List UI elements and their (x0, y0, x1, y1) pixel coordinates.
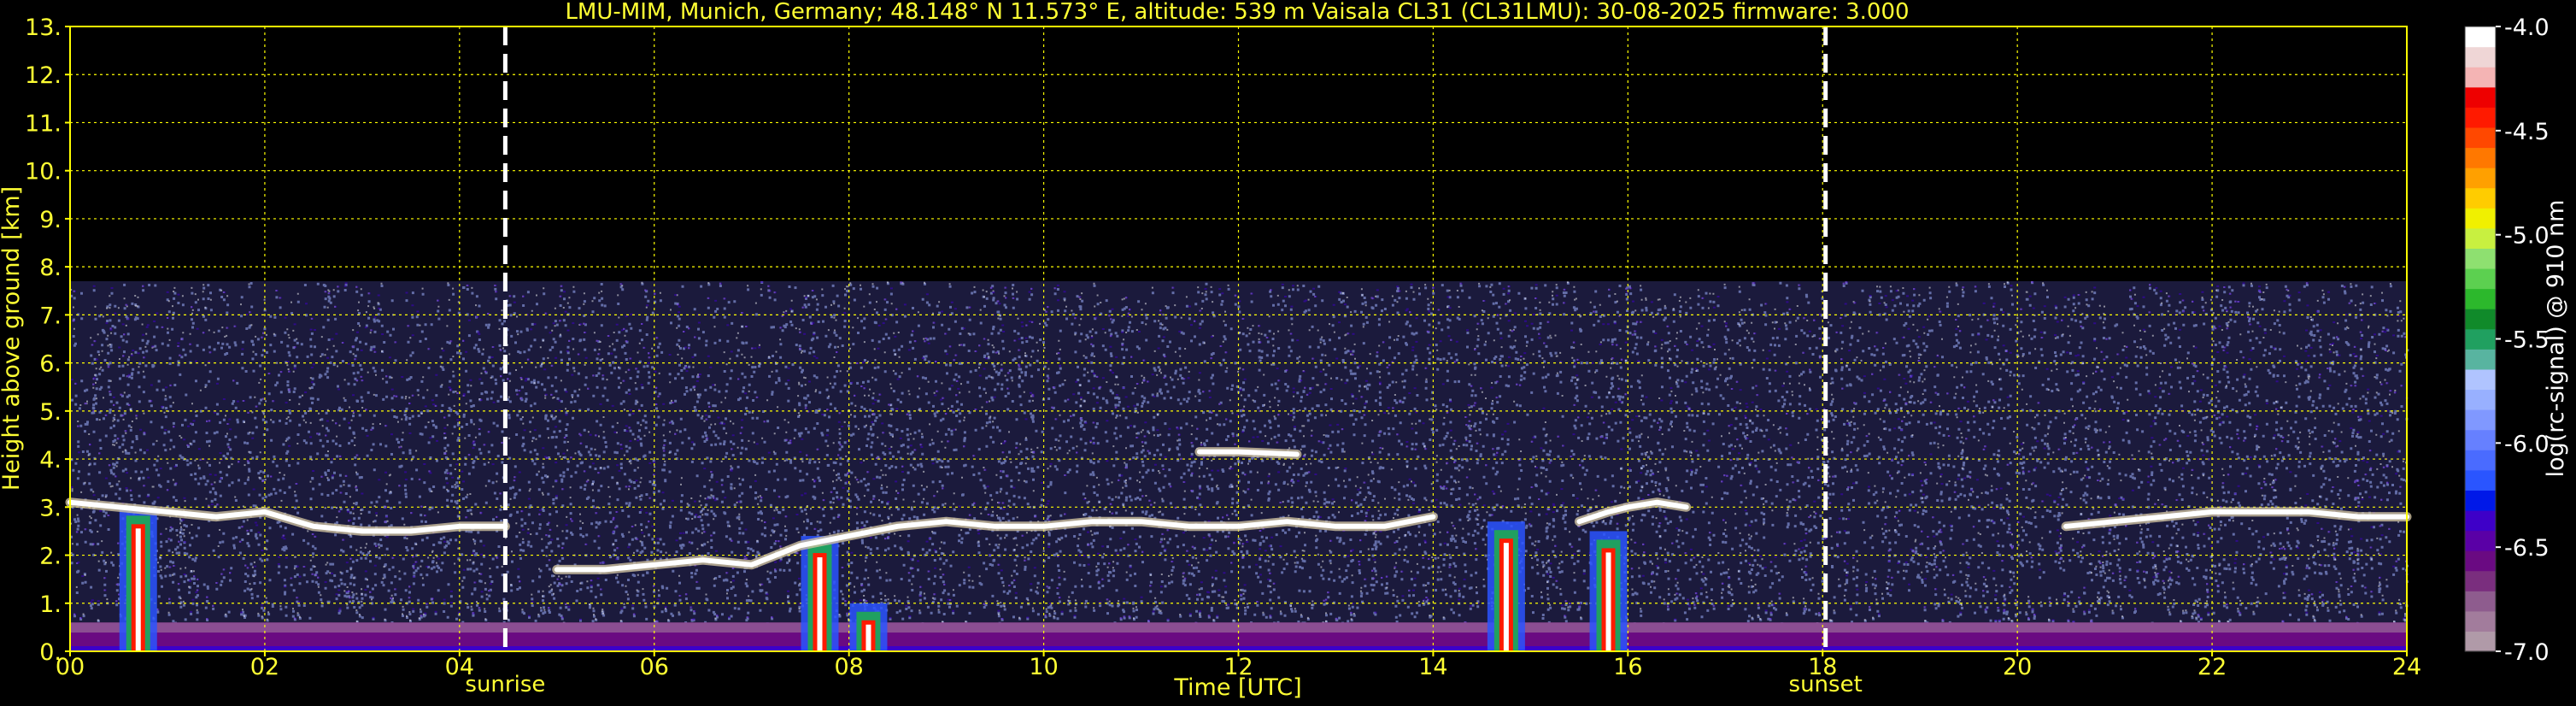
precip-column (801, 536, 839, 651)
colorbar-swatch (2465, 409, 2496, 431)
y-tick-label: 7. (39, 303, 62, 329)
colorbar-swatch (2465, 530, 2496, 551)
colorbar-swatch (2465, 570, 2496, 591)
x-tick-label: 16 (1613, 654, 1642, 680)
colorbar-swatch (2465, 86, 2496, 108)
colorbar-swatch (2465, 368, 2496, 391)
precip-column (119, 507, 157, 651)
precip-column-peak (817, 557, 823, 651)
colorbar-swatch (2465, 610, 2496, 632)
x-tick-label: 02 (250, 654, 279, 680)
precip-column (1589, 531, 1628, 651)
colorbar-swatch (2465, 187, 2496, 209)
colorbar-swatch (2465, 450, 2496, 471)
x-tick-label: 14 (1418, 654, 1447, 680)
y-tick-label: 8. (39, 255, 62, 281)
y-tick-label: 2. (39, 544, 62, 570)
y-tick-label: 12. (25, 62, 62, 89)
y-tick-label: 11. (25, 110, 62, 137)
colorbar-tick-label: -4.0 (2504, 15, 2550, 41)
colorbar-swatch (2465, 429, 2496, 450)
y-tick-label: 0. (39, 639, 62, 666)
colorbar-swatch (2465, 227, 2496, 249)
colorbar-swatch (2465, 591, 2496, 612)
precip-column-peak (135, 528, 141, 651)
x-tick-label: 08 (834, 654, 863, 680)
colorbar-swatch (2465, 26, 2496, 48)
colorbar-swatch (2465, 168, 2496, 189)
y-tick-label: 5. (39, 399, 62, 426)
precip-column-peak (866, 624, 871, 651)
x-tick-label: 22 (2198, 654, 2227, 680)
chart-title: LMU-MIM, Munich, Germany; 48.148° N 11.5… (565, 0, 1909, 25)
y-axis-label: Height above ground [km] (0, 186, 25, 491)
colorbar-swatch (2465, 288, 2496, 309)
y-tick-label: 10. (25, 159, 62, 185)
colorbar-swatch (2465, 268, 2496, 290)
y-tick-label: 6. (39, 351, 62, 378)
colorbar-swatch (2465, 328, 2496, 350)
colorbar-tick-label: -6.5 (2504, 535, 2550, 562)
colorbar-swatch (2465, 107, 2496, 128)
colorbar-swatch (2465, 389, 2496, 410)
colorbar-swatch (2465, 490, 2496, 511)
x-tick-label: 24 (2392, 654, 2421, 680)
x-axis-label: Time [UTC] (1173, 674, 1301, 701)
colorbar-label: log(rc-signal) @ 910 nm (2543, 200, 2569, 478)
y-tick-label: 3. (39, 495, 62, 521)
y-tick-label: 9. (39, 207, 62, 233)
sunrise-label: sunrise (465, 672, 545, 697)
colorbar-swatch (2465, 550, 2496, 572)
precip-column (1487, 521, 1525, 651)
colorbar-swatch (2465, 208, 2496, 229)
backscatter-field (70, 281, 2409, 651)
colorbar-swatch (2465, 67, 2496, 88)
colorbar-swatch (2465, 126, 2496, 149)
precip-column (849, 603, 888, 651)
x-tick-label: 10 (1029, 654, 1058, 680)
y-tick-label: 13. (25, 15, 62, 41)
precip-column-peak (1605, 552, 1611, 651)
colorbar-swatch (2465, 309, 2496, 330)
x-tick-label: 06 (640, 654, 669, 680)
colorbar-swatch (2465, 509, 2496, 532)
plot-area (65, 26, 2412, 652)
colorbar-swatch (2465, 147, 2496, 168)
colorbar-swatches (2465, 26, 2496, 652)
precip-column-peak (1503, 543, 1509, 651)
y-tick-label: 4. (39, 447, 62, 474)
colorbar-swatch (2465, 631, 2496, 652)
cloud-layer (1194, 447, 1302, 459)
colorbar-swatch (2465, 46, 2496, 68)
colorbar-tick-label: -7.0 (2504, 639, 2550, 666)
colorbar-swatch (2465, 469, 2496, 491)
colorbar-swatch (2465, 349, 2496, 370)
x-tick-label: 20 (2003, 654, 2032, 680)
sunset-label: sunset (1789, 672, 1863, 697)
colorbar-swatch (2465, 248, 2496, 269)
cloud-layer-core (1196, 449, 1300, 457)
colorbar-tick-label: -4.5 (2504, 119, 2550, 145)
ceilometer-chart: LMU-MIM, Munich, Germany; 48.148° N 11.5… (0, 0, 2576, 706)
y-tick-label: 1. (39, 591, 62, 618)
